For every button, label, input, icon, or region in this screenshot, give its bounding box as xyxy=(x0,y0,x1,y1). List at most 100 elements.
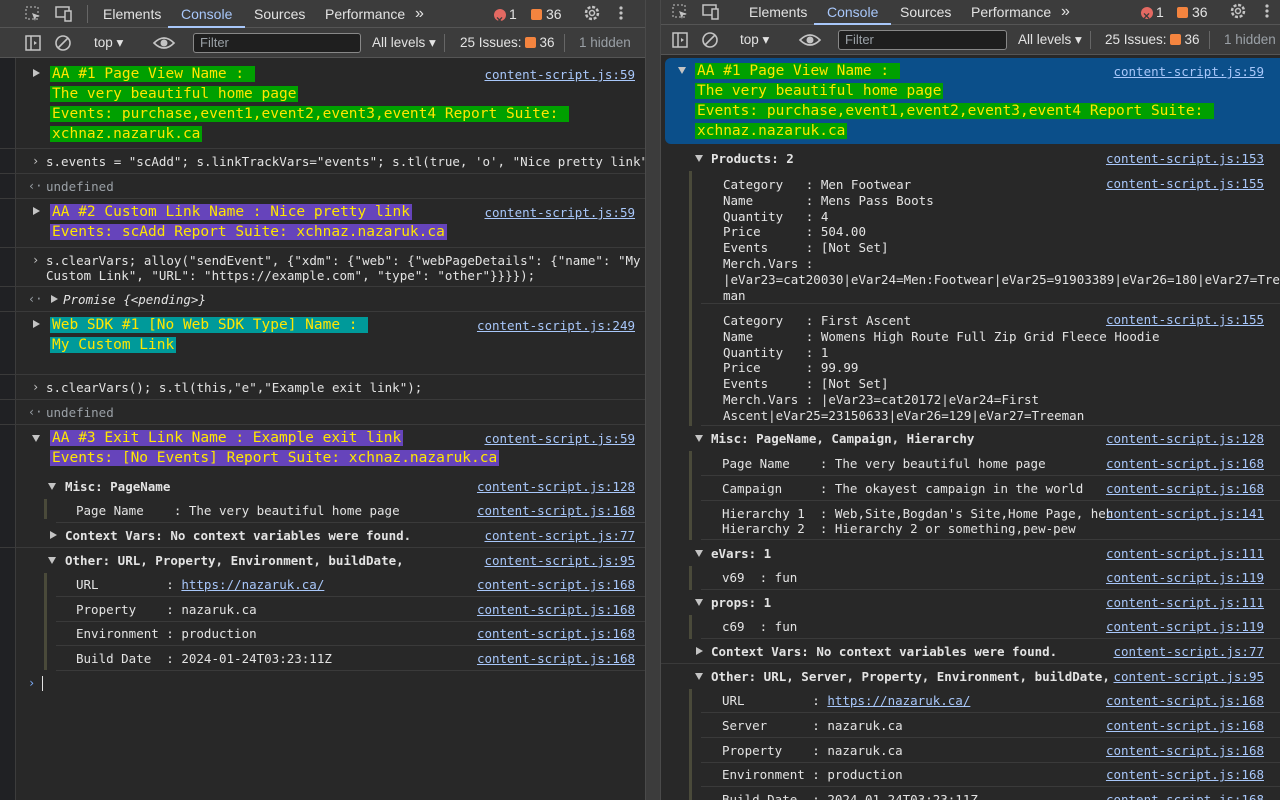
source-link[interactable]: content-script.js:128 xyxy=(477,479,635,494)
issues-button[interactable]: 25 Issues: 36 xyxy=(460,28,555,58)
hidden-messages-count[interactable]: 1 hidden xyxy=(1224,25,1276,55)
tab-performance[interactable]: Performance xyxy=(325,0,405,28)
collapse-triangle-icon[interactable] xyxy=(695,155,703,162)
context-selector[interactable]: top ▾ xyxy=(94,28,123,58)
collapse-triangle-icon[interactable] xyxy=(678,67,686,74)
source-link[interactable]: content-script.js:168 xyxy=(1106,792,1264,800)
collapse-triangle-icon[interactable] xyxy=(32,435,40,442)
settings-gear-icon[interactable] xyxy=(582,0,602,28)
source-link[interactable]: content-script.js:168 xyxy=(1106,693,1264,708)
url-link[interactable]: https://nazaruk.ca/ xyxy=(181,577,324,592)
tab-performance[interactable]: Performance xyxy=(971,0,1051,25)
source-link[interactable]: content-script.js:77 xyxy=(1113,644,1264,659)
live-expression-eye-icon[interactable] xyxy=(798,25,822,55)
source-link[interactable]: content-script.js:168 xyxy=(477,651,635,666)
source-link[interactable]: content-script.js:168 xyxy=(1106,718,1264,733)
expand-triangle-icon[interactable] xyxy=(51,295,58,303)
source-link[interactable]: content-script.js:59 xyxy=(484,67,635,82)
source-link[interactable]: content-script.js:168 xyxy=(1106,767,1264,782)
tab-elements[interactable]: Elements xyxy=(749,0,807,25)
log-levels-dropdown[interactable]: All levels ▾ xyxy=(1018,25,1082,55)
sidebar-toggle-icon[interactable] xyxy=(24,28,42,58)
clear-console-icon[interactable] xyxy=(701,25,719,55)
group-context-vars[interactable]: Context Vars: No context variables were … xyxy=(0,524,645,548)
inspect-element-icon[interactable] xyxy=(671,0,689,25)
source-link[interactable]: content-script.js:111 xyxy=(1106,546,1264,561)
log-entry-aa2[interactable]: AA #2 Custom Link Name : Nice pretty lin… xyxy=(0,200,645,248)
hidden-messages-count[interactable]: 1 hidden xyxy=(579,28,631,58)
source-link[interactable]: content-script.js:141 xyxy=(1106,506,1264,521)
filter-input[interactable]: Filter xyxy=(838,30,1007,50)
collapse-triangle-icon[interactable] xyxy=(695,673,703,680)
more-tabs-icon[interactable]: » xyxy=(1061,0,1070,25)
source-link[interactable]: content-script.js:168 xyxy=(1106,743,1264,758)
source-link[interactable]: content-script.js:128 xyxy=(1106,431,1264,446)
source-link[interactable]: content-script.js:168 xyxy=(1106,456,1264,471)
collapse-triangle-icon[interactable] xyxy=(48,557,56,564)
source-link[interactable]: content-script.js:119 xyxy=(1106,619,1264,634)
group-products[interactable]: Products: 2 content-script.js:153 xyxy=(661,147,1280,171)
tab-sources[interactable]: Sources xyxy=(254,0,305,28)
source-link[interactable]: content-script.js:168 xyxy=(477,503,635,518)
device-toolbar-icon[interactable] xyxy=(701,0,721,25)
expand-triangle-icon[interactable] xyxy=(696,647,703,655)
source-link[interactable]: content-script.js:155 xyxy=(1106,176,1264,191)
inspect-element-icon[interactable] xyxy=(24,0,42,28)
source-link[interactable]: content-script.js:95 xyxy=(484,553,635,568)
group-misc[interactable]: Misc: PageName, Campaign, Hierarchy cont… xyxy=(661,427,1280,451)
warning-counter[interactable]: 36 xyxy=(1174,0,1208,25)
collapse-triangle-icon[interactable] xyxy=(695,599,703,606)
clear-console-icon[interactable] xyxy=(54,28,72,58)
more-tabs-icon[interactable]: » xyxy=(415,0,424,28)
filter-input[interactable]: Filter xyxy=(193,33,361,53)
tab-sources[interactable]: Sources xyxy=(900,0,951,25)
more-options-icon[interactable] xyxy=(1262,0,1272,25)
source-link[interactable]: content-script.js:168 xyxy=(477,577,635,592)
group-misc[interactable]: Misc: PageName content-script.js:128 xyxy=(0,475,645,499)
collapse-triangle-icon[interactable] xyxy=(695,435,703,442)
log-entry-aa3[interactable]: AA #3 Exit Link Name : Example exit link… xyxy=(0,426,645,474)
log-entry-aa1-selected[interactable]: AA #1 Page View Name : The very beautifu… xyxy=(665,58,1280,144)
pane-divider[interactable] xyxy=(645,0,661,800)
device-toolbar-icon[interactable] xyxy=(54,0,74,28)
error-counter[interactable]: 1 xyxy=(1141,0,1164,28)
source-link[interactable]: content-script.js:59 xyxy=(484,431,635,446)
tab-console[interactable]: Console xyxy=(814,0,892,25)
tab-elements[interactable]: Elements xyxy=(103,0,161,28)
source-link[interactable]: content-script.js:59 xyxy=(484,205,635,220)
console-prompt[interactable]: › xyxy=(0,672,645,698)
source-link[interactable]: content-script.js:153 xyxy=(1106,151,1264,166)
source-link[interactable]: content-script.js:95 xyxy=(1113,669,1264,684)
source-link[interactable]: content-script.js:59 xyxy=(1113,64,1264,79)
group-other[interactable]: Other: URL, Property, Environment, build… xyxy=(0,549,645,573)
more-options-icon[interactable] xyxy=(616,0,626,28)
source-link[interactable]: content-script.js:249 xyxy=(477,318,635,333)
source-link[interactable]: content-script.js:168 xyxy=(1106,481,1264,496)
log-entry-websdk1[interactable]: Web SDK #1 [No Web SDK Type] Name : My C… xyxy=(0,313,645,375)
console-result-entry[interactable]: ‹· Promise {<pending>} xyxy=(0,288,645,312)
group-other[interactable]: Other: URL, Server, Property, Environmen… xyxy=(661,665,1280,689)
source-link[interactable]: content-script.js:155 xyxy=(1106,312,1264,327)
error-counter[interactable]: 1 xyxy=(494,0,517,34)
expand-triangle-icon[interactable] xyxy=(33,69,40,77)
expand-triangle-icon[interactable] xyxy=(33,320,40,328)
issues-button[interactable]: 25 Issues: 36 xyxy=(1105,25,1200,55)
sidebar-toggle-icon[interactable] xyxy=(671,25,689,55)
warning-counter[interactable]: 36 xyxy=(528,0,562,28)
collapse-triangle-icon[interactable] xyxy=(48,483,56,490)
expand-triangle-icon[interactable] xyxy=(33,207,40,215)
expand-triangle-icon[interactable] xyxy=(50,531,57,539)
live-expression-eye-icon[interactable] xyxy=(152,28,176,58)
url-link[interactable]: https://nazaruk.ca/ xyxy=(827,693,970,708)
source-link[interactable]: content-script.js:168 xyxy=(477,602,635,617)
group-context-vars[interactable]: Context Vars: No context variables were … xyxy=(661,640,1280,664)
group-evars[interactable]: eVars: 1 content-script.js:111 xyxy=(661,542,1280,566)
group-props[interactable]: props: 1 content-script.js:111 xyxy=(661,591,1280,615)
settings-gear-icon[interactable] xyxy=(1228,0,1248,25)
log-levels-dropdown[interactable]: All levels ▾ xyxy=(372,28,436,58)
source-link[interactable]: content-script.js:119 xyxy=(1106,570,1264,585)
source-link[interactable]: content-script.js:77 xyxy=(484,528,635,543)
source-link[interactable]: content-script.js:168 xyxy=(477,626,635,641)
source-link[interactable]: content-script.js:111 xyxy=(1106,595,1264,610)
context-selector[interactable]: top ▾ xyxy=(740,25,769,55)
